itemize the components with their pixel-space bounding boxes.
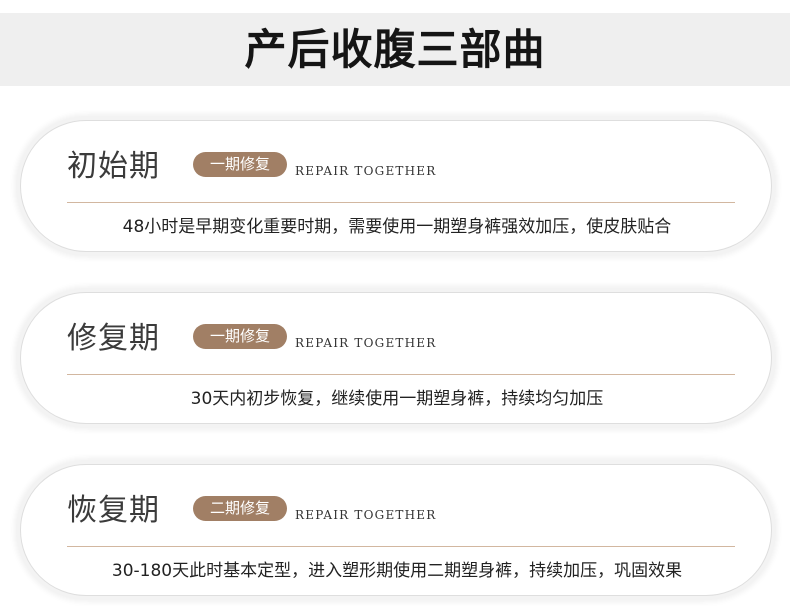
stage-tagline: REPAIR TOGETHER bbox=[295, 508, 437, 522]
stage-description: 48小时是早期变化重要时期，需要使用一期塑身裤强效加压，使皮肤贴合 bbox=[122, 217, 672, 237]
divider bbox=[67, 546, 735, 547]
stage-title: 恢复期 bbox=[67, 493, 160, 528]
stage-badge: 二期修复 bbox=[193, 496, 287, 521]
stage-badge: 一期修复 bbox=[193, 324, 287, 349]
stage-description: 30-180天此时基本定型，进入塑形期使用二期塑身裤，持续加压，巩固效果 bbox=[111, 561, 683, 581]
stage-title: 修复期 bbox=[67, 321, 160, 356]
stage-card-initial: 初始期 一期修复 REPAIR TOGETHER 48小时是早期变化重要时期，需… bbox=[20, 120, 772, 252]
stage-tagline: REPAIR TOGETHER bbox=[295, 336, 437, 350]
page-title: 产后收腹三部曲 bbox=[244, 25, 546, 74]
stage-description: 30天内初步恢复，继续使用一期塑身裤，持续均匀加压 bbox=[190, 389, 604, 409]
divider bbox=[67, 202, 735, 203]
divider bbox=[67, 374, 735, 375]
header-banner: 产后收腹三部曲 bbox=[0, 13, 790, 86]
stage-card-recovery: 恢复期 二期修复 REPAIR TOGETHER 30-180天此时基本定型，进… bbox=[20, 464, 772, 596]
stage-title: 初始期 bbox=[67, 149, 160, 184]
stage-tagline: REPAIR TOGETHER bbox=[295, 164, 437, 178]
stage-card-repair: 修复期 一期修复 REPAIR TOGETHER 30天内初步恢复，继续使用一期… bbox=[20, 292, 772, 424]
stage-badge: 一期修复 bbox=[193, 152, 287, 177]
